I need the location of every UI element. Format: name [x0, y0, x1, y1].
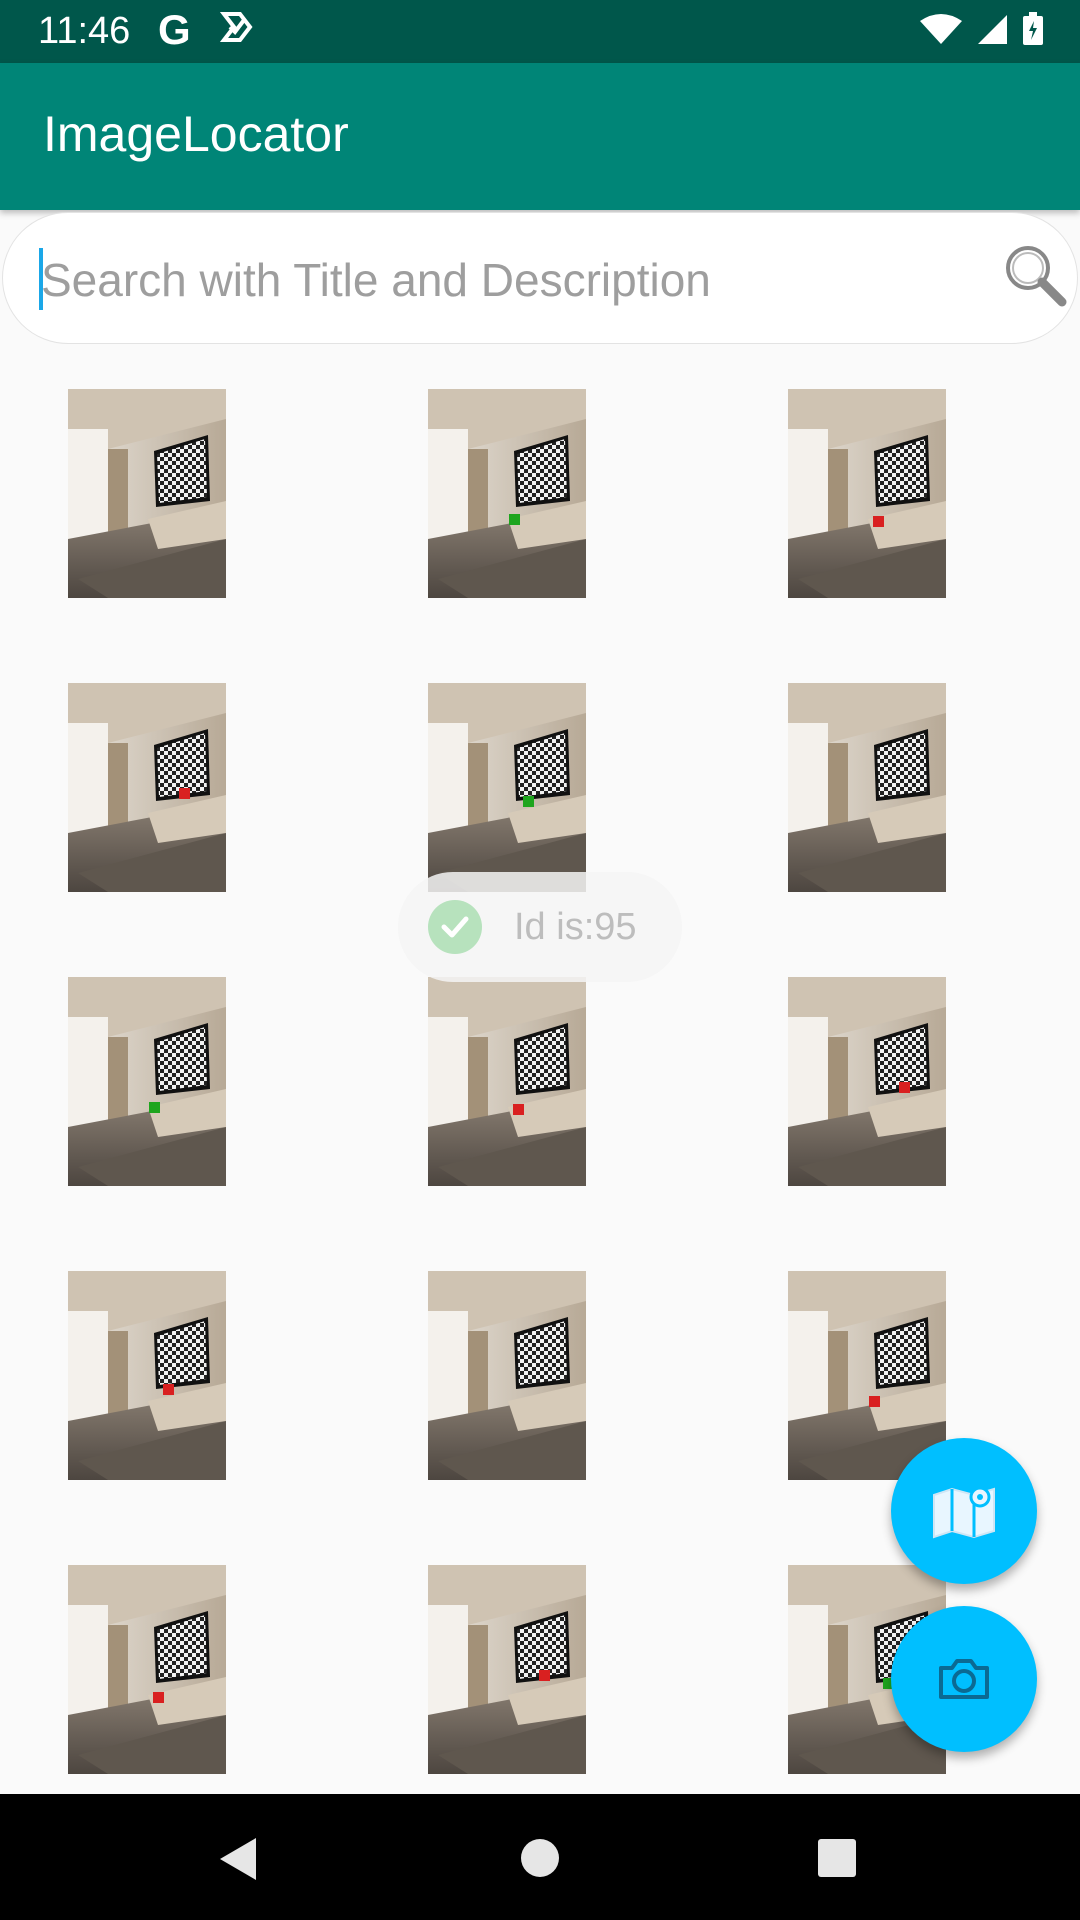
thumbnail-image — [68, 683, 226, 892]
status-bar: 11:46 G — [0, 0, 1080, 63]
toast-text: Id is:95 — [514, 905, 637, 948]
thumbnail-image — [428, 389, 586, 598]
image-thumbnail[interactable] — [68, 1565, 226, 1774]
back-icon[interactable] — [218, 1836, 258, 1882]
signal-icon — [978, 15, 1007, 44]
image-thumbnail[interactable] — [428, 1565, 586, 1774]
thumbnail-image — [428, 1271, 586, 1480]
image-thumbnail[interactable] — [428, 1271, 586, 1480]
thumbnail-image — [68, 389, 226, 598]
home-icon[interactable] — [520, 1838, 560, 1878]
google-icon: G — [158, 6, 191, 53]
task-icon — [219, 10, 254, 49]
image-thumbnail[interactable] — [428, 977, 586, 1186]
battery-icon — [1023, 12, 1043, 45]
search-placeholder: Search with Title and Description — [41, 254, 711, 306]
thumbnail-image — [788, 683, 946, 892]
search-input[interactable]: Search with Title and Description — [2, 212, 1078, 344]
check-circle-icon — [428, 900, 482, 954]
wifi-icon — [920, 14, 962, 44]
camera-icon — [939, 1659, 989, 1699]
thumbnail-image — [68, 977, 226, 1186]
thumbnail-image — [788, 1271, 946, 1480]
thumbnail-image — [788, 389, 946, 598]
image-thumbnail[interactable] — [428, 389, 586, 598]
app-title: ImageLocator — [43, 106, 349, 162]
status-icons — [920, 12, 1044, 46]
image-thumbnail[interactable] — [788, 1271, 946, 1480]
thumbnail-image — [428, 683, 586, 892]
image-thumbnail[interactable] — [428, 683, 586, 892]
recents-icon[interactable] — [817, 1838, 857, 1878]
image-thumbnail[interactable] — [788, 683, 946, 892]
map-icon — [933, 1486, 995, 1539]
search-icon[interactable] — [1002, 242, 1068, 308]
image-thumbnail[interactable] — [68, 977, 226, 1186]
thumbnail-image — [68, 1271, 226, 1480]
image-thumbnail[interactable] — [788, 389, 946, 598]
image-thumbnail[interactable] — [68, 1271, 226, 1480]
thumbnail-image — [788, 977, 946, 1186]
image-thumbnail[interactable] — [68, 389, 226, 598]
navigation-bar — [0, 1794, 1080, 1920]
camera-button[interactable] — [891, 1606, 1037, 1752]
toast: Id is:95 — [398, 872, 682, 982]
app-bar: ImageLocator — [0, 63, 1080, 210]
thumbnail-image — [428, 1565, 586, 1774]
map-button[interactable] — [891, 1438, 1037, 1584]
status-time: 11:46 — [38, 10, 131, 52]
thumbnail-image — [68, 1565, 226, 1774]
image-thumbnail[interactable] — [68, 683, 226, 892]
thumbnail-image — [428, 977, 586, 1186]
image-thumbnail[interactable] — [788, 977, 946, 1186]
